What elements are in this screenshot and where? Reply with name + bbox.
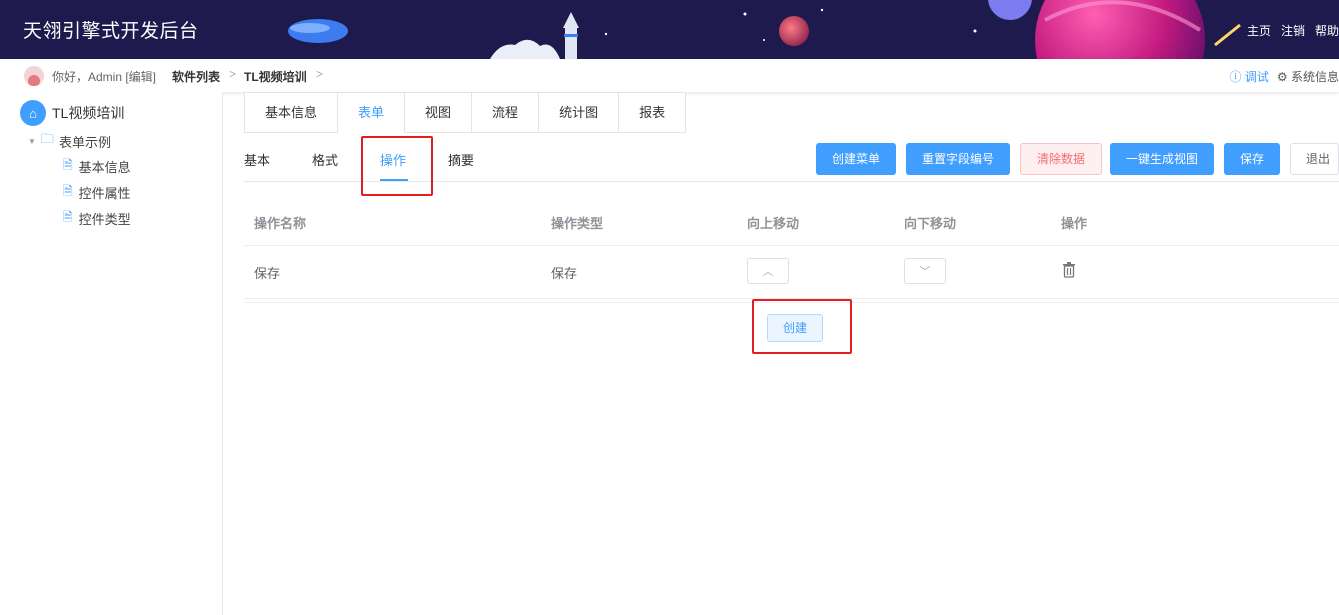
move-down-button[interactable]: ﹀ <box>904 258 946 284</box>
subtab-basic[interactable]: 基本 <box>244 150 270 169</box>
user-greeting[interactable]: 你好，Admin [编辑] <box>52 68 156 85</box>
main-tabs: 基本信息 表单 视图 流程 统计图 报表 <box>244 92 687 133</box>
generate-view-button[interactable]: 一键生成视图 <box>1110 143 1215 175</box>
subtab-summary[interactable]: 摘要 <box>448 150 474 169</box>
chevron-down-icon: ﹀ <box>919 266 931 278</box>
top-links: 主页 注销 帮助 <box>1247 22 1339 39</box>
breadcrumb-separator: > <box>316 67 324 81</box>
avatar[interactable] <box>24 66 44 86</box>
folder-icon: 🗀 <box>40 131 54 146</box>
logout-link[interactable]: 注销 <box>1281 22 1305 39</box>
tree-item-basic-info[interactable]: 🗎 基本信息 <box>63 156 131 177</box>
caret-down-icon: ▼ <box>28 136 36 146</box>
highlight-box-operations-tab <box>361 136 433 196</box>
tab-chart[interactable]: 统计图 <box>539 93 620 133</box>
highlight-box-create-button <box>752 299 852 354</box>
breadcrumb-software-list[interactable]: 软件列表 <box>172 68 220 85</box>
gear-icon: ⚙ <box>1276 70 1288 84</box>
save-button[interactable]: 保存 <box>1224 143 1281 175</box>
banner-decoration <box>288 0 1241 59</box>
breadcrumb-separator: > <box>229 67 237 81</box>
tree-group-form-examples[interactable]: ▼ 🗀 表单示例 <box>28 130 111 152</box>
tab-form[interactable]: 表单 <box>338 93 406 133</box>
tree-root-label: TL视频培训 <box>52 105 125 121</box>
cell-operation-type: 保存 <box>551 266 578 281</box>
info-icon: ⓘ <box>1229 70 1242 84</box>
sidebar: ⌂ TL视频培训 ▼ 🗀 表单示例 🗎 基本信息 🗎 控件属性 🗎 控件类型 <box>0 92 223 615</box>
col-move-down: 向下移动 <box>904 216 957 231</box>
tree-item-label: 基本信息 <box>78 160 131 175</box>
tab-view[interactable]: 视图 <box>405 93 473 133</box>
trash-icon[interactable] <box>1062 262 1076 278</box>
debug-label: 调试 <box>1244 70 1269 84</box>
help-link[interactable]: 帮助 <box>1315 22 1339 39</box>
move-up-button[interactable]: ︿ <box>747 258 789 284</box>
tab-basic-info[interactable]: 基本信息 <box>245 93 339 133</box>
document-icon: 🗎 <box>63 158 73 172</box>
create-menu-button[interactable]: 创建菜单 <box>816 143 897 175</box>
table-row: 保存 保存 ︿ ﹀ <box>244 246 1339 299</box>
table-header: 操作名称 操作类型 向上移动 向下移动 操作 <box>244 197 1339 246</box>
chevron-up-icon: ︿ <box>762 266 774 278</box>
home-icon: ⌂ <box>20 100 46 126</box>
system-info-link[interactable]: ⚙ 系统信息 <box>1277 68 1339 85</box>
app-title: 天翎引擎式开发后台 <box>23 20 199 42</box>
cell-operation-name: 保存 <box>254 266 281 281</box>
tab-flow[interactable]: 流程 <box>472 93 540 133</box>
tree-group-label: 表单示例 <box>58 134 111 150</box>
col-move-up: 向上移动 <box>747 216 800 231</box>
tree-root[interactable]: ⌂ TL视频培训 <box>20 100 124 126</box>
document-icon: 🗎 <box>63 184 73 198</box>
tree-item-label: 控件属性 <box>78 186 131 201</box>
tree-item-control-props[interactable]: 🗎 控件属性 <box>63 182 131 203</box>
top-banner: 天翎引擎式开发后台 主页 注销 帮助 <box>0 0 1339 59</box>
system-info-label: 系统信息 <box>1290 70 1339 84</box>
debug-link[interactable]: ⓘ 调试 <box>1230 68 1269 85</box>
clear-data-button[interactable]: 清除数据 <box>1020 143 1103 175</box>
tree-item-control-types[interactable]: 🗎 控件类型 <box>63 208 131 229</box>
breadcrumb-current[interactable]: TL视频培训 <box>244 68 307 85</box>
breadcrumb-tools: ⓘ 调试 ⚙ 系统信息 <box>1230 68 1339 85</box>
col-operation-type: 操作类型 <box>551 216 604 231</box>
exit-button[interactable]: 退出 <box>1290 143 1339 175</box>
tree-item-label: 控件类型 <box>78 212 131 227</box>
subtab-format[interactable]: 格式 <box>312 150 338 169</box>
home-link[interactable]: 主页 <box>1247 22 1271 39</box>
col-operation-name: 操作名称 <box>254 216 307 231</box>
reset-field-number-button[interactable]: 重置字段编号 <box>906 143 1011 175</box>
col-actions: 操作 <box>1061 216 1088 231</box>
document-icon: 🗎 <box>63 210 73 224</box>
breadcrumb-bar: 你好，Admin [编辑] 软件列表 > TL视频培训 > ⓘ 调试 ⚙ 系统信… <box>0 59 1339 93</box>
tab-report[interactable]: 报表 <box>619 93 687 133</box>
